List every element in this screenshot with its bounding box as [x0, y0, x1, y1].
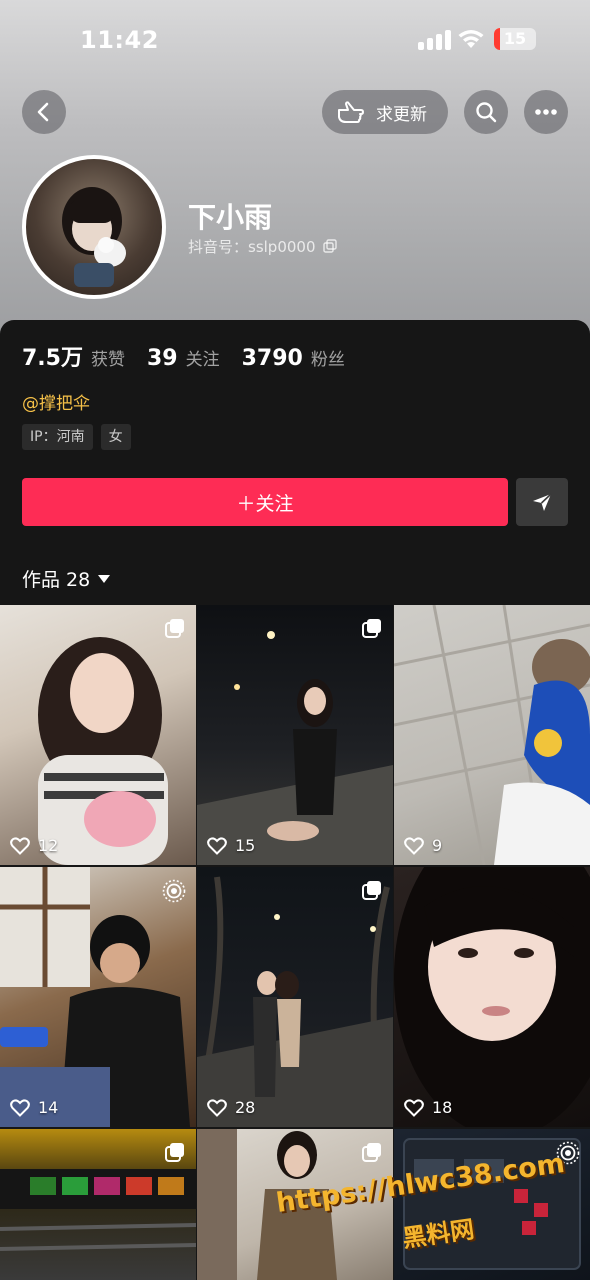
thumbnail-image: [394, 605, 590, 865]
status-bar: 11:42 15: [0, 0, 590, 80]
like-count-value: 28: [235, 1098, 256, 1117]
search-icon: [476, 102, 497, 123]
douyin-id-text: 抖音号：sslp0000: [188, 238, 316, 256]
request-update-button[interactable]: 求更新: [322, 90, 448, 134]
stat-following-count: 39: [146, 346, 178, 371]
thumbnail-image: [197, 876, 393, 1127]
more-dots-icon: [535, 109, 557, 115]
thumbnail-image: [394, 867, 590, 1127]
thumbnail-image: [38, 637, 168, 865]
stat-followers-label: 粉丝: [310, 350, 345, 370]
more-button[interactable]: [524, 90, 568, 134]
stat-followers-count: 3790: [241, 346, 303, 371]
thumbnail-image: [197, 631, 393, 865]
works-tab-label: 作品 28: [22, 569, 91, 591]
multi-image-icon: [361, 617, 383, 643]
ip-location-tag: IP：河南: [22, 424, 93, 450]
multi-image-icon: [361, 879, 383, 905]
heart-icon: [10, 1098, 30, 1117]
video-thumbnail-6[interactable]: 18: [394, 867, 590, 1127]
stat-following-label: 关注: [185, 350, 220, 370]
status-time: 11:42: [80, 26, 159, 54]
avatar-image: [62, 187, 126, 287]
profile-stats: 7.5万 获赞 39 关注 3790 粉丝: [22, 340, 367, 372]
like-count-value: 15: [235, 836, 256, 855]
like-count: 14: [10, 1098, 58, 1117]
request-update-label: 求更新: [376, 104, 427, 125]
avatar[interactable]: [22, 155, 166, 299]
like-count: 12: [10, 836, 58, 855]
like-count-value: 14: [38, 1098, 59, 1117]
douyin-id[interactable]: 抖音号：sslp0000: [188, 236, 337, 257]
battery-level: 15: [503, 29, 527, 48]
follow-button-label: ＋关注: [236, 492, 294, 515]
multi-image-icon: [164, 617, 186, 643]
like-count-value: 18: [432, 1098, 453, 1117]
works-tab[interactable]: 作品 28: [22, 565, 111, 592]
video-thumbnail-3[interactable]: 9: [394, 605, 590, 865]
stat-followers[interactable]: 3790 粉丝: [242, 345, 345, 371]
multi-image-icon: [361, 1141, 383, 1167]
follow-button[interactable]: ＋关注: [22, 478, 508, 526]
like-count: 15: [207, 836, 255, 855]
stat-following[interactable]: 39 关注: [147, 345, 220, 371]
message-button[interactable]: [516, 478, 568, 526]
video-thumbnail-5[interactable]: 28: [197, 867, 393, 1127]
bio-mention-link[interactable]: @撑把伞: [22, 389, 90, 414]
search-button[interactable]: [464, 90, 508, 134]
heart-icon: [207, 836, 227, 855]
video-thumbnail-7[interactable]: [0, 1129, 196, 1280]
heart-icon: [404, 1098, 424, 1117]
profile-tags: IP：河南 女: [22, 424, 139, 450]
pointing-hand-icon: [338, 101, 364, 123]
caret-down-icon: [98, 574, 111, 583]
stat-likes-label: 获赞: [90, 350, 125, 370]
like-count-value: 12: [38, 836, 59, 855]
video-thumbnail-2[interactable]: 15: [197, 605, 393, 865]
stat-likes-count: 7.5万: [22, 346, 83, 371]
wifi-icon: [458, 30, 484, 48]
video-thumbnail-1[interactable]: 12: [0, 605, 196, 865]
copy-icon[interactable]: [323, 239, 337, 253]
nickname: 下小雨: [188, 201, 273, 234]
gender-tag: 女: [100, 424, 131, 450]
multi-image-icon: [164, 1141, 186, 1167]
like-count: 28: [207, 1098, 255, 1117]
send-icon: [533, 493, 552, 511]
cellular-signal-icon: [418, 30, 452, 50]
like-count: 9: [404, 836, 442, 855]
video-thumbnail-4[interactable]: 14: [0, 867, 196, 1127]
chevron-left-icon: [37, 102, 49, 122]
like-count: 18: [404, 1098, 452, 1117]
back-button[interactable]: [22, 90, 66, 134]
like-count-value: 9: [432, 836, 443, 855]
battery-icon: 15: [494, 28, 536, 50]
stat-likes[interactable]: 7.5万 获赞: [22, 340, 125, 372]
heart-icon: [404, 836, 424, 855]
heart-icon: [207, 1098, 227, 1117]
live-photo-icon: [162, 879, 186, 907]
heart-icon: [10, 836, 30, 855]
